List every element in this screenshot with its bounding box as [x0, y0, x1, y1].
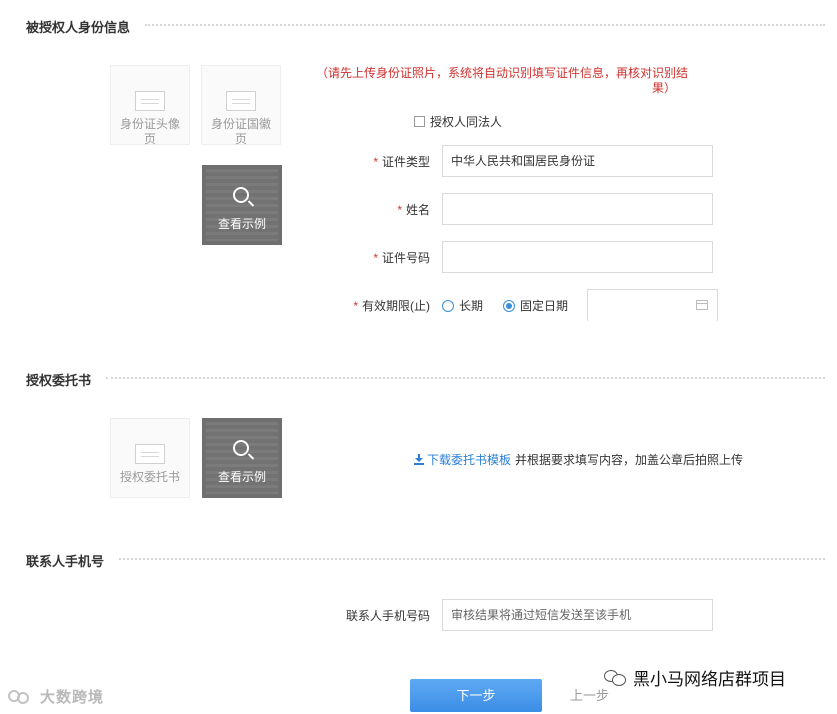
document-icon: [226, 91, 256, 111]
validity-long-term-radio[interactable]: [442, 299, 454, 312]
section-divider: [119, 558, 825, 560]
required-mark: *: [373, 251, 378, 265]
id-type-field[interactable]: 中华人民共和国居民身份证: [442, 145, 713, 177]
upload-notice: （请先上传身份证照片，系统将自动识别填写证件信息，再核对识别结 果）: [316, 66, 688, 96]
id-front-upload[interactable]: 身份证头像页: [110, 65, 190, 146]
watermark-left-text: 大数跨境: [40, 689, 105, 706]
section-title-contact-phone: 联系人手机号: [26, 551, 104, 570]
watermark-logo-icon: [8, 688, 36, 706]
document-icon: [135, 444, 165, 464]
section-title-text: 授权委托书: [26, 373, 92, 388]
download-template-link[interactable]: 下载委托书模板: [427, 451, 511, 468]
letter-sample-button[interactable]: 查看示例: [202, 418, 282, 498]
id-type-label-text: 证件类型: [381, 155, 430, 169]
validity-fixed-date-radio[interactable]: [503, 299, 516, 312]
section-divider: [145, 24, 825, 26]
section-divider: [106, 377, 825, 379]
validity-long-term-label[interactable]: 长期: [459, 297, 483, 314]
document-icon: [135, 91, 165, 111]
name-field[interactable]: [442, 193, 713, 225]
validity-label: * 有效期限(止): [353, 297, 430, 314]
validity-fixed-date-label[interactable]: 固定日期: [520, 297, 568, 314]
download-instructions: 并根据要求填写内容，加盖公章后拍照上传: [515, 453, 744, 467]
section-title-text: 联系人手机号: [26, 554, 105, 569]
section-title-authorization-letter: 授权委托书: [26, 370, 91, 389]
validity-label-text: 有效期限(止): [362, 299, 430, 313]
letter-upload[interactable]: 授权委托书: [110, 418, 190, 498]
id-type-label: * 证件类型: [373, 153, 430, 170]
search-icon: [233, 187, 249, 203]
download-icon[interactable]: [414, 454, 424, 465]
required-mark: *: [373, 155, 378, 169]
same-as-legal-checkbox-row[interactable]: 授权人同法人: [414, 113, 502, 130]
notice-line2: 果）: [651, 81, 676, 95]
sample-label: 查看示例: [217, 470, 266, 484]
download-template-row: 下载委托书模板 并根据要求填写内容，加盖公章后拍照上传: [414, 451, 743, 468]
watermark-right-text: 黑小马网络店群项目: [633, 670, 786, 689]
letter-upload-label: 授权委托书: [119, 470, 180, 484]
same-as-legal-checkbox[interactable]: [414, 116, 425, 127]
same-as-legal-label: 授权人同法人: [430, 115, 503, 129]
id-number-label-text: 证件号码: [381, 251, 430, 265]
watermark-right: 黑小马网络店群项目: [604, 665, 786, 690]
contact-phone-input[interactable]: 审核结果将通过短信发送至该手机: [442, 599, 713, 631]
name-label: * 姓名: [397, 201, 430, 218]
id-back-upload[interactable]: 身份证国徽页: [201, 65, 281, 146]
id-sample-button[interactable]: 查看示例: [202, 165, 282, 245]
notice-line1: （请先上传身份证照片，系统将自动识别填写证件信息，再核对识别结: [316, 66, 689, 80]
date-picker-field[interactable]: [587, 289, 718, 321]
contact-phone-label: 联系人手机号码: [345, 609, 430, 623]
id-number-label: * 证件号码: [373, 249, 430, 266]
search-icon: [233, 440, 249, 456]
next-step-button[interactable]: 下一步: [410, 679, 542, 712]
name-label-text: 姓名: [405, 203, 430, 217]
section-title-text: 被授权人身份信息: [26, 20, 131, 35]
sample-label: 查看示例: [217, 217, 266, 231]
id-number-field[interactable]: [442, 241, 713, 273]
id-back-label: 身份证国徽页: [210, 117, 271, 146]
required-mark: *: [353, 299, 358, 313]
id-front-label: 身份证头像页: [119, 117, 180, 146]
required-mark: *: [397, 203, 402, 217]
calendar-icon[interactable]: [696, 300, 708, 310]
validity-radio-group: 长期 固定日期: [442, 297, 588, 314]
watermark-left: 大数跨境: [8, 686, 104, 707]
wechat-icon: [604, 669, 628, 687]
section-title-authorized-person: 被授权人身份信息: [26, 17, 130, 36]
